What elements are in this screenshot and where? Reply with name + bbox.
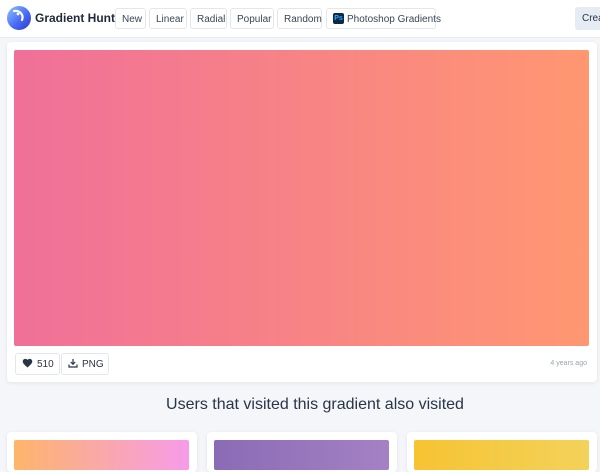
- related-gradient-thumbnail[interactable]: [14, 440, 189, 470]
- gradient-preview[interactable]: [14, 50, 589, 346]
- related-gradient-thumbnail[interactable]: [414, 440, 589, 470]
- nav-new[interactable]: New: [115, 8, 146, 29]
- timestamp: 4 years ago: [550, 360, 587, 367]
- related-gradient-card[interactable]: [7, 432, 197, 472]
- related-gradient-thumbnail[interactable]: [214, 440, 389, 470]
- nav-photoshop-label: Photoshop Gradients: [347, 14, 441, 25]
- top-header: Gradient Hunt New Linear Radial Popular …: [0, 0, 600, 38]
- nav-popular[interactable]: Popular: [230, 8, 274, 29]
- like-button[interactable]: 510: [15, 353, 60, 375]
- nav-radial[interactable]: Radial: [190, 8, 227, 29]
- download-png-button[interactable]: PNG: [61, 353, 109, 375]
- heart-icon: [22, 359, 33, 368]
- brand-name[interactable]: Gradient Hunt: [35, 11, 115, 25]
- related-section-title: Users that visited this gradient also vi…: [166, 396, 464, 413]
- gradient-hunt-logo-icon[interactable]: [7, 6, 31, 30]
- gradient-card: 510 PNG 4 years ago: [7, 42, 597, 382]
- related-gradient-card[interactable]: [407, 432, 597, 472]
- download-icon: [68, 359, 78, 368]
- nav-photoshop-gradients[interactable]: Ps Photoshop Gradients: [326, 8, 441, 29]
- download-label: PNG: [82, 359, 104, 370]
- create-button[interactable]: Create: [575, 7, 600, 30]
- photoshop-icon: Ps: [333, 12, 344, 24]
- nav-random[interactable]: Random: [277, 8, 322, 29]
- nav-linear[interactable]: Linear: [149, 8, 187, 29]
- related-gradient-card[interactable]: [207, 432, 397, 472]
- like-count: 510: [37, 359, 54, 370]
